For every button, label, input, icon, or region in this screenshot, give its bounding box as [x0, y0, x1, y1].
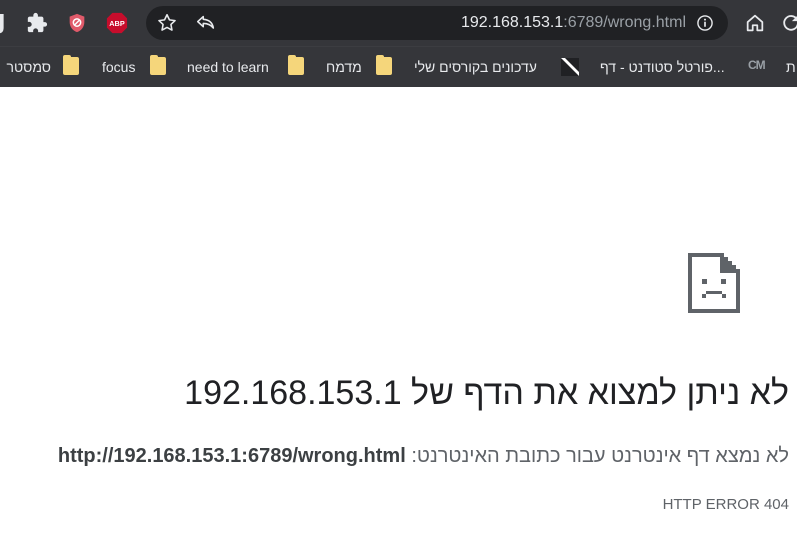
error-url: http://192.168.153.1:6789/wrong.html — [57, 445, 406, 467]
extensions-icon[interactable] — [26, 12, 48, 34]
bookmarks-bar: ת CM פורטל סטודנט - דף... עדכונים בקורסי… — [0, 46, 797, 87]
site-info-icon[interactable] — [695, 13, 715, 33]
home-icon[interactable] — [744, 12, 766, 34]
bookmark-student-portal[interactable]: פורטל סטודנט - דף... — [600, 56, 725, 78]
bookmark-star-icon[interactable] — [156, 12, 178, 34]
url-text[interactable]: 192.168.153.1:6789/wrong.html — [461, 13, 686, 33]
reload-icon[interactable] — [780, 12, 797, 34]
browser-toolbar: J ABP 192.168.153.1:6789/wrong.html — [0, 0, 797, 46]
cm-favicon-icon: CM — [748, 58, 766, 72]
folder-icon — [63, 55, 79, 75]
error-description: לא נמצא דף אינטרנט עבור כתובת האינטרנט: … — [58, 445, 789, 468]
adblock-plus-icon[interactable]: ABP — [106, 12, 128, 34]
folder-icon — [150, 55, 166, 75]
bookmark-partial[interactable]: ת — [786, 56, 796, 78]
partial-edge-glyph: J — [0, 10, 6, 34]
shield-extension-icon[interactable] — [66, 12, 88, 34]
error-title: לא ניתן למצוא את הדף של 192.168.153.1 — [184, 374, 789, 412]
url-path: :6789/wrong.html — [563, 14, 686, 31]
url-host: 192.168.153.1 — [460, 14, 564, 31]
bookmark-folder-need-to-learn[interactable]: need to learn — [187, 56, 269, 78]
address-bar[interactable]: 192.168.153.1:6789/wrong.html — [146, 6, 728, 40]
error-description-text: לא נמצא דף אינטרנט עבור כתובת האינטרנט: — [411, 445, 789, 467]
moodle-favicon-icon — [561, 58, 579, 76]
sad-page-icon — [688, 253, 740, 313]
bookmark-folder-madmach[interactable]: מדמח — [326, 56, 362, 78]
folder-icon — [376, 55, 392, 75]
share-icon[interactable] — [195, 12, 217, 34]
bookmark-folder-semester[interactable]: סמסטר — [7, 56, 51, 78]
abp-label: ABP — [109, 19, 125, 28]
bookmark-folder-focus[interactable]: focus — [102, 56, 135, 78]
folder-icon — [288, 55, 304, 75]
bookmark-course-updates[interactable]: עדכונים בקורסים שלי — [414, 56, 537, 78]
error-code: HTTP ERROR 404 — [662, 496, 789, 513]
